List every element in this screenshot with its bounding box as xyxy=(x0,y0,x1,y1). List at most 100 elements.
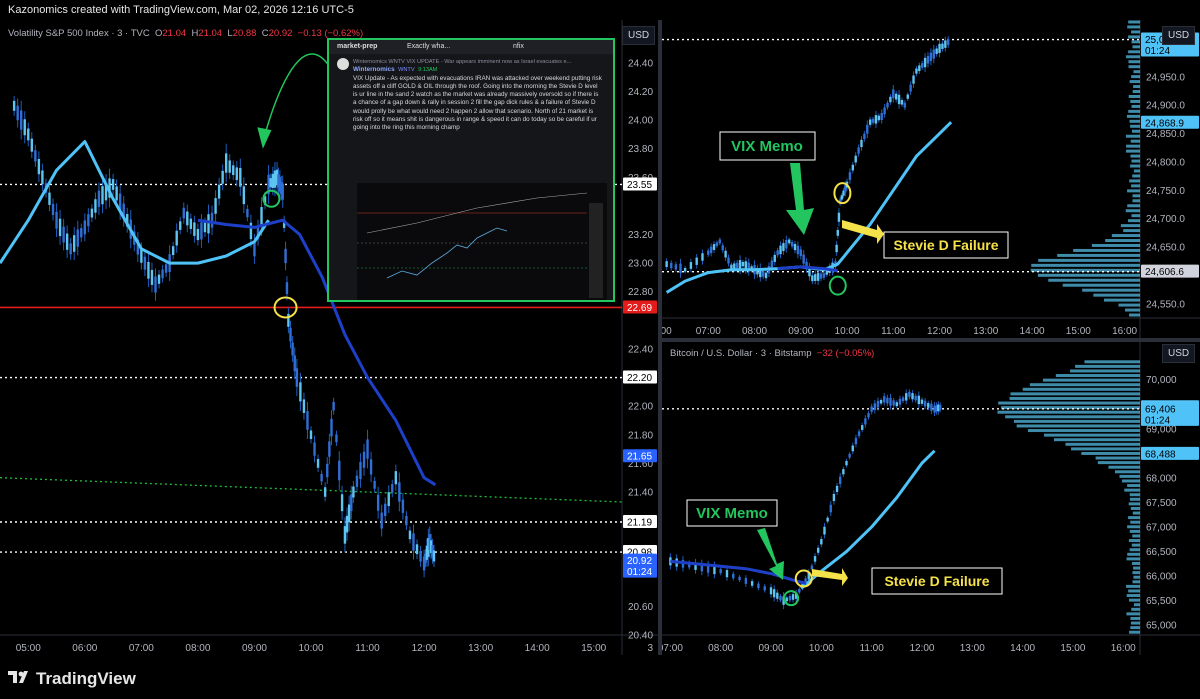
candle-body xyxy=(193,222,195,235)
time-tick-label: 10:00 xyxy=(835,326,860,337)
candle-body xyxy=(889,97,891,102)
candle-body xyxy=(883,396,885,402)
candle-body xyxy=(62,227,64,243)
volume-profile-bar xyxy=(1127,557,1140,560)
volume-profile-bar xyxy=(1129,539,1140,542)
candle-body xyxy=(419,551,421,562)
volume-profile-bar xyxy=(1131,184,1140,187)
volume-profile-bar xyxy=(1126,612,1140,615)
candle-body xyxy=(852,446,854,452)
candle-body xyxy=(838,213,840,222)
stevie-d-failure-label: Stevie D Failure xyxy=(893,237,998,253)
time-tick-label: 07:00 xyxy=(129,643,154,654)
inset-header: market-prep Exactly wha... nfix xyxy=(329,40,613,54)
candle-body xyxy=(880,400,882,404)
index-currency-button[interactable]: USD xyxy=(1162,26,1195,45)
candle-body xyxy=(684,268,686,272)
vix-currency-button[interactable]: USD xyxy=(622,26,655,45)
candle-body xyxy=(13,101,15,111)
volume-profile-bar xyxy=(1043,379,1140,382)
inset-message-screenshot: market-prep Exactly wha... nfix Winterno… xyxy=(327,38,615,302)
candle-body xyxy=(944,40,946,47)
candle-body xyxy=(933,49,935,58)
volume-profile-bar xyxy=(1133,70,1140,73)
candle-body xyxy=(802,255,804,264)
volume-profile-bar xyxy=(1130,155,1140,158)
candle-body xyxy=(863,134,865,139)
btc-chart-panel[interactable]: 70,000 69,000 68,000 67,500 67,000 66,500 66,0… xyxy=(662,342,1200,655)
chart-svg-2: 70,00069,00068,00067,50067,00066,50066,0… xyxy=(662,342,1200,655)
candle-body xyxy=(797,246,799,254)
candle-body xyxy=(218,185,220,199)
volume-profile-bar xyxy=(1132,544,1140,547)
volume-profile-bar xyxy=(1073,249,1140,252)
candle-body xyxy=(811,275,813,281)
candle-body xyxy=(250,223,252,239)
volume-profile-bar xyxy=(1131,622,1140,625)
volume-profile-bar xyxy=(1127,189,1140,192)
candle-body xyxy=(776,593,778,599)
inset-time: 9:13AM xyxy=(418,67,437,73)
candle-body xyxy=(320,474,322,481)
price-tag-label: 22.69 xyxy=(627,303,652,314)
candle-body xyxy=(282,184,284,200)
candle-body xyxy=(765,273,767,279)
candle-body xyxy=(363,452,365,468)
candle-body xyxy=(388,492,390,506)
candle-body xyxy=(918,65,920,71)
price-tag-label: 69,406 xyxy=(1145,404,1176,415)
volume-profile-bar xyxy=(1010,397,1140,400)
candle-body xyxy=(935,48,937,54)
candle-body xyxy=(151,270,153,285)
candle-body xyxy=(912,76,914,84)
volume-profile-bar xyxy=(1125,309,1140,312)
price-tick-label: 23.00 xyxy=(628,259,653,270)
candle-body xyxy=(27,128,29,140)
candle-body xyxy=(350,494,352,511)
btc-currency-button[interactable]: USD xyxy=(1162,344,1195,363)
candle-body xyxy=(895,94,897,100)
price-tick-label: 24.20 xyxy=(628,87,653,98)
time-tick-label: 15:00 xyxy=(1066,326,1091,337)
candle-body xyxy=(707,251,709,255)
volume-profile-bar xyxy=(1056,374,1140,377)
price-tick-label: 67,000 xyxy=(1146,522,1177,533)
candle-body xyxy=(770,587,772,594)
candle-body xyxy=(328,441,330,456)
volume-profile-bar xyxy=(1129,599,1140,602)
price-tick-label: 24,950.0 xyxy=(1146,72,1185,83)
time-tick-label: 08:00 xyxy=(185,643,210,654)
price-tag-label: 20.92 xyxy=(627,556,652,567)
volume-profile-bar xyxy=(1131,507,1140,510)
candle-body xyxy=(776,250,778,255)
price-tick-label: 21.40 xyxy=(628,487,653,498)
price-tick-label: 24,700.0 xyxy=(1146,214,1185,225)
candle-body xyxy=(892,89,894,98)
price-tick-label: 68,000 xyxy=(1146,473,1177,484)
candle-body xyxy=(855,438,857,444)
volume-profile-bar xyxy=(1132,40,1140,43)
candle-body xyxy=(757,584,759,588)
volume-profile-bar xyxy=(1132,130,1140,133)
candle-body xyxy=(791,242,793,246)
price-tick-label: 21.80 xyxy=(628,430,653,441)
chart-svg-1: 24,950.024,900.024,850.024,800.024,750.0… xyxy=(662,20,1200,338)
volume-profile-bar xyxy=(1130,120,1140,123)
time-tick-label: 07:00 xyxy=(662,643,683,654)
volume-profile-bar xyxy=(1133,90,1140,93)
volume-profile-bar xyxy=(1121,224,1140,227)
volume-profile-bar xyxy=(1129,631,1140,634)
candle-body xyxy=(77,229,79,246)
vix-memo-circle xyxy=(830,277,846,295)
index-chart-panel[interactable]: 24,950.0 24,900.0 24,850.0 24,800.0 24,750.0… xyxy=(662,20,1200,338)
candle-body xyxy=(792,594,794,600)
candle-body xyxy=(733,263,735,269)
volume-profile-bar xyxy=(1126,209,1140,212)
volume-profile-bar xyxy=(1075,365,1140,368)
candle-body xyxy=(20,110,22,129)
candle-body xyxy=(34,150,36,161)
candle-body xyxy=(115,186,117,200)
price-tick-label: 24.00 xyxy=(628,116,653,127)
candle-body xyxy=(260,207,262,226)
candle-body xyxy=(158,275,160,284)
